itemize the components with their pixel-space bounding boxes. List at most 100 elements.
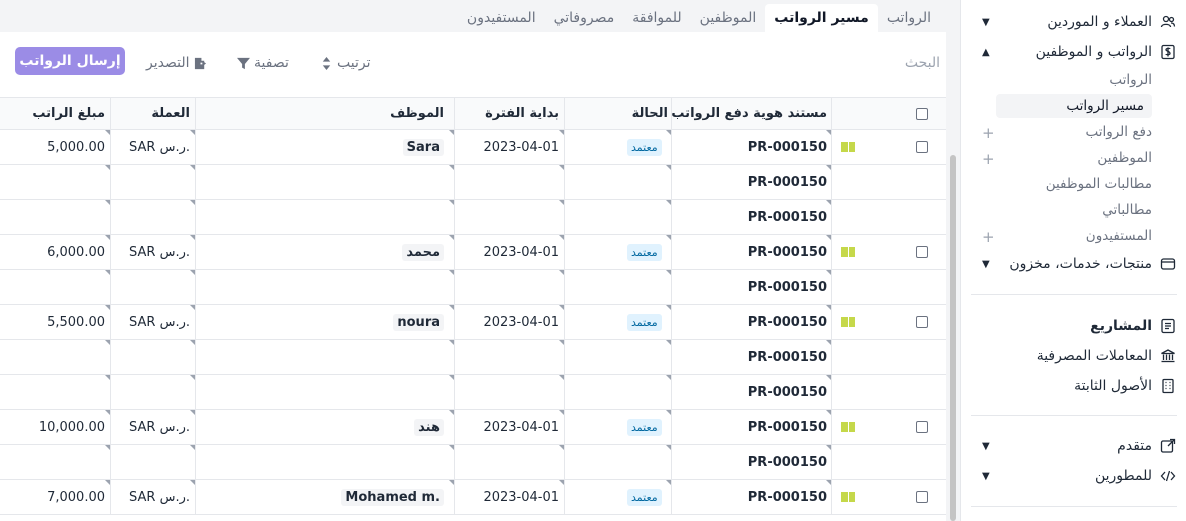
cell-start[interactable] xyxy=(455,270,565,304)
cell-doc[interactable]: PR-000150 xyxy=(672,375,832,409)
table-row[interactable]: PR-000150 معتمد 2023-04-01 noura SAR ر.س. 5,5… xyxy=(0,305,946,340)
sidebar-sub-beneficiaries[interactable]: المستفيدون xyxy=(1086,224,1152,248)
cell-status[interactable] xyxy=(565,270,672,304)
cell-currency[interactable] xyxy=(111,200,196,234)
sidebar-sub-pay-salaries[interactable]: دفع الرواتب xyxy=(1085,120,1152,144)
cell-status[interactable] xyxy=(565,375,672,409)
cell-employee[interactable] xyxy=(196,165,455,199)
plus-icon[interactable]: + xyxy=(982,228,995,246)
tab-payroll[interactable]: الرواتب xyxy=(878,4,940,32)
row-checkbox-cell[interactable] xyxy=(864,305,946,339)
vertical-scrollbar[interactable] xyxy=(946,0,960,521)
cell-currency[interactable] xyxy=(111,375,196,409)
scrollbar-thumb[interactable] xyxy=(950,155,956,521)
cell-currency[interactable] xyxy=(111,445,196,479)
cell-amount[interactable] xyxy=(0,445,111,479)
cell-amount[interactable]: 5,500.00 xyxy=(0,305,111,339)
cell-start[interactable] xyxy=(455,200,565,234)
sidebar-item-advanced[interactable]: متقدم ▼ xyxy=(961,433,1186,459)
cell-currency[interactable]: SAR ر.س. xyxy=(111,410,196,444)
sidebar-item-clients[interactable]: العملاء و الموردين ▼ xyxy=(961,9,1186,35)
cell-doc[interactable]: PR-000150 xyxy=(672,305,832,339)
cell-employee[interactable]: هند xyxy=(196,410,455,444)
cell-start[interactable]: 2023-04-01 xyxy=(455,410,565,444)
cell-amount[interactable]: 7,000.00 xyxy=(0,480,111,514)
cell-status[interactable] xyxy=(565,340,672,374)
cell-start[interactable]: 2023-04-01 xyxy=(455,130,565,164)
header-status[interactable]: الحالة xyxy=(565,98,672,129)
row-checkbox-cell[interactable] xyxy=(864,235,946,269)
header-employee[interactable]: الموظف xyxy=(196,98,455,129)
cell-status[interactable] xyxy=(565,165,672,199)
cell-start[interactable] xyxy=(455,165,565,199)
table-row[interactable]: PR-000150 معتمد 2023-04-01 محمد SAR ر.س. 6,00… xyxy=(0,235,946,270)
cell-employee[interactable]: Sara xyxy=(196,130,455,164)
sidebar-sub-my-claims[interactable]: مطالباتي xyxy=(1102,198,1152,222)
row-checkbox[interactable] xyxy=(916,316,928,328)
tab-payroll-run[interactable]: مسير الرواتب xyxy=(765,4,878,32)
header-amount[interactable]: مبلغ الراتب xyxy=(0,98,111,129)
cell-doc[interactable]: PR-000150 xyxy=(672,165,832,199)
sidebar-item-products[interactable]: منتجات، خدمات، مخزون ▼ xyxy=(961,251,1186,277)
sidebar-item-bank[interactable]: المعاملات المصرفية xyxy=(961,343,1186,369)
cell-doc[interactable]: PR-000150 xyxy=(672,200,832,234)
tab-approval[interactable]: للموافقة xyxy=(623,4,690,32)
cell-employee[interactable] xyxy=(196,270,455,304)
sidebar-sub-payroll[interactable]: الرواتب xyxy=(1109,68,1152,92)
sort-button[interactable]: ترتيب xyxy=(320,52,371,74)
table-row[interactable]: PR-000150 معتمد 2023-04-01 Sara SAR ر.س. 5,00… xyxy=(0,130,946,165)
cell-status[interactable]: معتمد xyxy=(565,130,672,164)
cell-doc[interactable]: PR-000150 xyxy=(672,410,832,444)
cell-doc[interactable]: PR-000150 xyxy=(672,340,832,374)
row-checkbox[interactable] xyxy=(916,246,928,258)
cell-status[interactable]: معتمد xyxy=(565,410,672,444)
cell-employee[interactable] xyxy=(196,375,455,409)
row-checkbox-cell[interactable] xyxy=(864,410,946,444)
cell-doc[interactable]: PR-000150 xyxy=(672,235,832,269)
row-checkbox-cell[interactable] xyxy=(864,130,946,164)
table-row[interactable]: PR-000150 xyxy=(0,340,946,375)
select-all-checkbox[interactable] xyxy=(864,98,946,129)
header-start[interactable]: بداية الفترة xyxy=(455,98,565,129)
cell-doc[interactable]: PR-000150 xyxy=(672,480,832,514)
cell-currency[interactable] xyxy=(111,270,196,304)
cell-employee[interactable]: noura xyxy=(196,305,455,339)
header-doc[interactable]: مستند هوية دفع الرواتب xyxy=(672,98,832,129)
filter-button[interactable]: تصفية xyxy=(237,52,289,74)
row-checkbox[interactable] xyxy=(916,141,928,153)
cell-currency[interactable]: SAR ر.س. xyxy=(111,305,196,339)
table-row[interactable]: PR-000150 xyxy=(0,270,946,305)
cell-employee[interactable] xyxy=(196,445,455,479)
sidebar-item-projects[interactable]: المشاريع xyxy=(961,313,1186,339)
cell-doc[interactable]: PR-000150 xyxy=(672,270,832,304)
cell-amount[interactable] xyxy=(0,340,111,374)
sidebar-sub-payroll-run[interactable]: مسير الرواتب xyxy=(996,94,1152,118)
row-checkbox[interactable] xyxy=(916,421,928,433)
table-row[interactable]: PR-000150 xyxy=(0,200,946,235)
cell-amount[interactable]: 5,000.00 xyxy=(0,130,111,164)
sidebar-sub-employee-claims[interactable]: مطالبات الموظفين xyxy=(1046,172,1152,196)
cell-employee[interactable]: Mohamed m. xyxy=(196,480,455,514)
cell-doc[interactable]: PR-000150 xyxy=(672,130,832,164)
tab-my-expenses[interactable]: مصروفاتي xyxy=(545,4,624,32)
cell-currency[interactable] xyxy=(111,165,196,199)
cell-employee[interactable]: محمد xyxy=(196,235,455,269)
cell-amount[interactable] xyxy=(0,375,111,409)
sidebar-item-assets[interactable]: الأصول الثابتة xyxy=(961,373,1186,399)
table-row[interactable]: PR-000150 معتمد 2023-04-01 Mohamed m. SAR ر.… xyxy=(0,480,946,515)
cell-amount[interactable] xyxy=(0,200,111,234)
cell-currency[interactable]: SAR ر.س. xyxy=(111,480,196,514)
row-checkbox[interactable] xyxy=(916,491,928,503)
cell-amount[interactable]: 10,000.00 xyxy=(0,410,111,444)
cell-start[interactable]: 2023-04-01 xyxy=(455,235,565,269)
tab-employees[interactable]: الموظفين xyxy=(691,4,766,32)
sidebar-sub-employees[interactable]: الموظفين xyxy=(1097,146,1152,170)
cell-currency[interactable]: SAR ر.س. xyxy=(111,130,196,164)
cell-start[interactable] xyxy=(455,445,565,479)
cell-status[interactable] xyxy=(565,200,672,234)
cell-status[interactable]: معتمد xyxy=(565,235,672,269)
cell-currency[interactable]: SAR ر.س. xyxy=(111,235,196,269)
search-input[interactable]: البحث xyxy=(866,52,940,74)
header-currency[interactable]: العملة xyxy=(111,98,196,129)
sidebar-item-payroll[interactable]: الرواتب و الموظفين ▲ xyxy=(961,39,1186,65)
